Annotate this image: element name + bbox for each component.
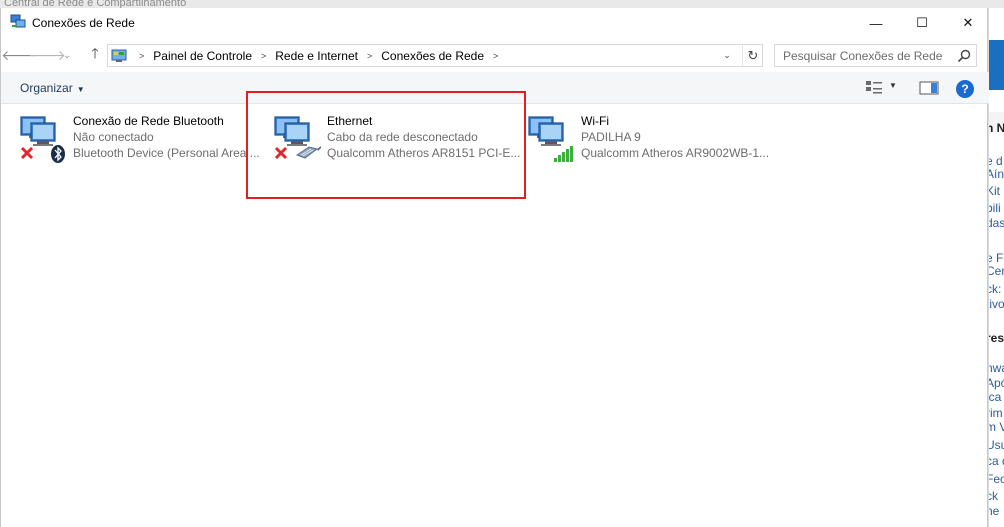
breadcrumb-rede-e-internet[interactable]: Rede e Internet [275, 49, 358, 63]
connections-list: Conexão de Rede Bluetooth Não conectado … [1, 105, 987, 527]
background-text-fragment: tivo [989, 297, 1004, 311]
connection-name: Wi-Fi [581, 114, 609, 128]
change-view-icon[interactable] [865, 80, 883, 96]
window-title: Conexões de Rede [32, 16, 135, 30]
background-text-fragment: res [989, 331, 1004, 345]
background-text-fragment: Aín [989, 167, 1004, 181]
preview-pane-icon[interactable] [919, 80, 939, 96]
connection-details: Wi-Fi PADILHA 9 Qualcomm Atheros AR9002W… [581, 113, 777, 161]
organize-label: Organizar [20, 81, 73, 95]
ethernet-network-icon [274, 116, 321, 160]
connection-device: Qualcomm Atheros AR8151 PCI-E... [327, 146, 521, 160]
connection-name: Ethernet [327, 114, 373, 128]
wifi-network-icon [528, 116, 573, 162]
background-text-fragment: ne [989, 504, 1000, 518]
titlebar[interactable]: Conexões de Rede — ☐ ✕ [1, 8, 989, 38]
organize-button[interactable]: Organizar ▼ [20, 81, 85, 95]
disconnected-x-icon [274, 146, 288, 160]
connection-name: Conexão de Rede Bluetooth [73, 114, 224, 128]
forward-button[interactable]: 🡒 [28, 45, 66, 65]
background-text-fragment: e F [989, 251, 1004, 265]
background-blue-strip [989, 40, 1004, 90]
breadcrumb-separator-icon[interactable]: > [493, 51, 498, 61]
connection-status: Não conectado [73, 130, 154, 144]
connection-status: PADILHA 9 [581, 130, 641, 144]
background-text-fragment: ca d [989, 454, 1004, 468]
breadcrumb-conexoes-de-rede[interactable]: Conexões de Rede [381, 49, 484, 63]
background-text-fragment: rim [989, 406, 1003, 420]
command-bar: Organizar ▼ ▼ ? [1, 72, 989, 104]
search-icon[interactable] [956, 48, 972, 64]
breadcrumb-separator-icon[interactable]: > [367, 51, 372, 61]
close-button[interactable]: ✕ [945, 8, 991, 38]
background-window-titlebar: Central de Rede e Compartilhamento [0, 0, 1004, 8]
connection-status: Cabo da rede desconectado [327, 130, 478, 144]
control-panel-icon [111, 49, 127, 62]
connection-details: Ethernet Cabo da rede desconectado Qualc… [327, 113, 523, 161]
view-options-dropdown-icon[interactable]: ▼ [889, 81, 897, 90]
search-placeholder: Pesquisar Conexões de Rede [783, 49, 943, 63]
background-window-content: n N e dAín Kit bilidas e FCen ck:tivo res nwaAp… [988, 8, 1004, 527]
connection-item-bluetooth[interactable]: Conexão de Rede Bluetooth Não conectado … [19, 113, 269, 169]
background-text-fragment: Apó [989, 376, 1004, 390]
bluetooth-icon [51, 145, 65, 163]
breadcrumb-painel-de-controle[interactable]: Painel de Controle [153, 49, 252, 63]
minimize-button[interactable]: — [853, 8, 899, 38]
back-button[interactable]: 🡐 [1, 45, 39, 65]
breadcrumb-separator-icon[interactable]: > [261, 51, 266, 61]
background-text-fragment: das [989, 216, 1004, 230]
background-text-fragment: ck: [989, 282, 1002, 296]
bluetooth-network-icon [20, 116, 65, 163]
maximize-button[interactable]: ☐ [899, 8, 945, 38]
background-text-fragment: m V [989, 420, 1004, 434]
background-text-fragment: ck [989, 489, 998, 503]
background-text-fragment: Cen [989, 264, 1004, 278]
background-text-fragment: n N [989, 121, 1004, 135]
breadcrumb-separator-icon[interactable]: > [139, 51, 144, 61]
background-text-fragment: ica [988, 390, 1002, 404]
connection-item-ethernet[interactable]: Ethernet Cabo da rede desconectado Qualc… [273, 113, 523, 169]
background-text-fragment: nwa [989, 361, 1004, 375]
chevron-down-icon: ▼ [76, 85, 85, 94]
background-text-fragment: Kit [989, 184, 1001, 198]
connection-details: Conexão de Rede Bluetooth Não conectado … [73, 113, 269, 161]
background-text-fragment: Fec [989, 472, 1004, 486]
connection-device: Qualcomm Atheros AR9002WB-1... [581, 146, 770, 160]
search-input[interactable]: Pesquisar Conexões de Rede [774, 44, 977, 67]
address-bar[interactable]: > Painel de Controle > Rede e Internet >… [107, 44, 763, 67]
up-button[interactable]: 🡑 [85, 45, 105, 65]
address-row: 🡐 🡒 ⌄ 🡑 > Painel de Controle > Rede e In… [1, 38, 989, 72]
address-dropdown-icon[interactable]: ⌄ [718, 45, 736, 66]
breadcrumb: > Painel de Controle > Rede e Internet >… [130, 45, 507, 66]
connection-item-wifi[interactable]: Wi-Fi PADILHA 9 Qualcomm Atheros AR9002W… [527, 113, 777, 169]
connection-device: Bluetooth Device (Personal Area ... [73, 146, 260, 160]
network-connections-window: Conexões de Rede — ☐ ✕ 🡐 🡒 ⌄ 🡑 > Painel … [0, 8, 989, 527]
signal-strength-icon [554, 146, 573, 162]
background-text-fragment: Usu [989, 438, 1004, 452]
background-text-fragment: e d [989, 154, 1003, 168]
recent-locations-button[interactable]: ⌄ [61, 45, 73, 65]
background-text-fragment: bili [989, 201, 1001, 215]
refresh-icon[interactable]: ↻ [742, 45, 763, 66]
help-button[interactable]: ? [956, 80, 974, 98]
ethernet-cable-icon [295, 146, 321, 159]
network-connections-icon [10, 14, 26, 28]
background-window-title: Central de Rede e Compartilhamento [4, 0, 187, 8]
disconnected-x-icon [20, 146, 34, 160]
